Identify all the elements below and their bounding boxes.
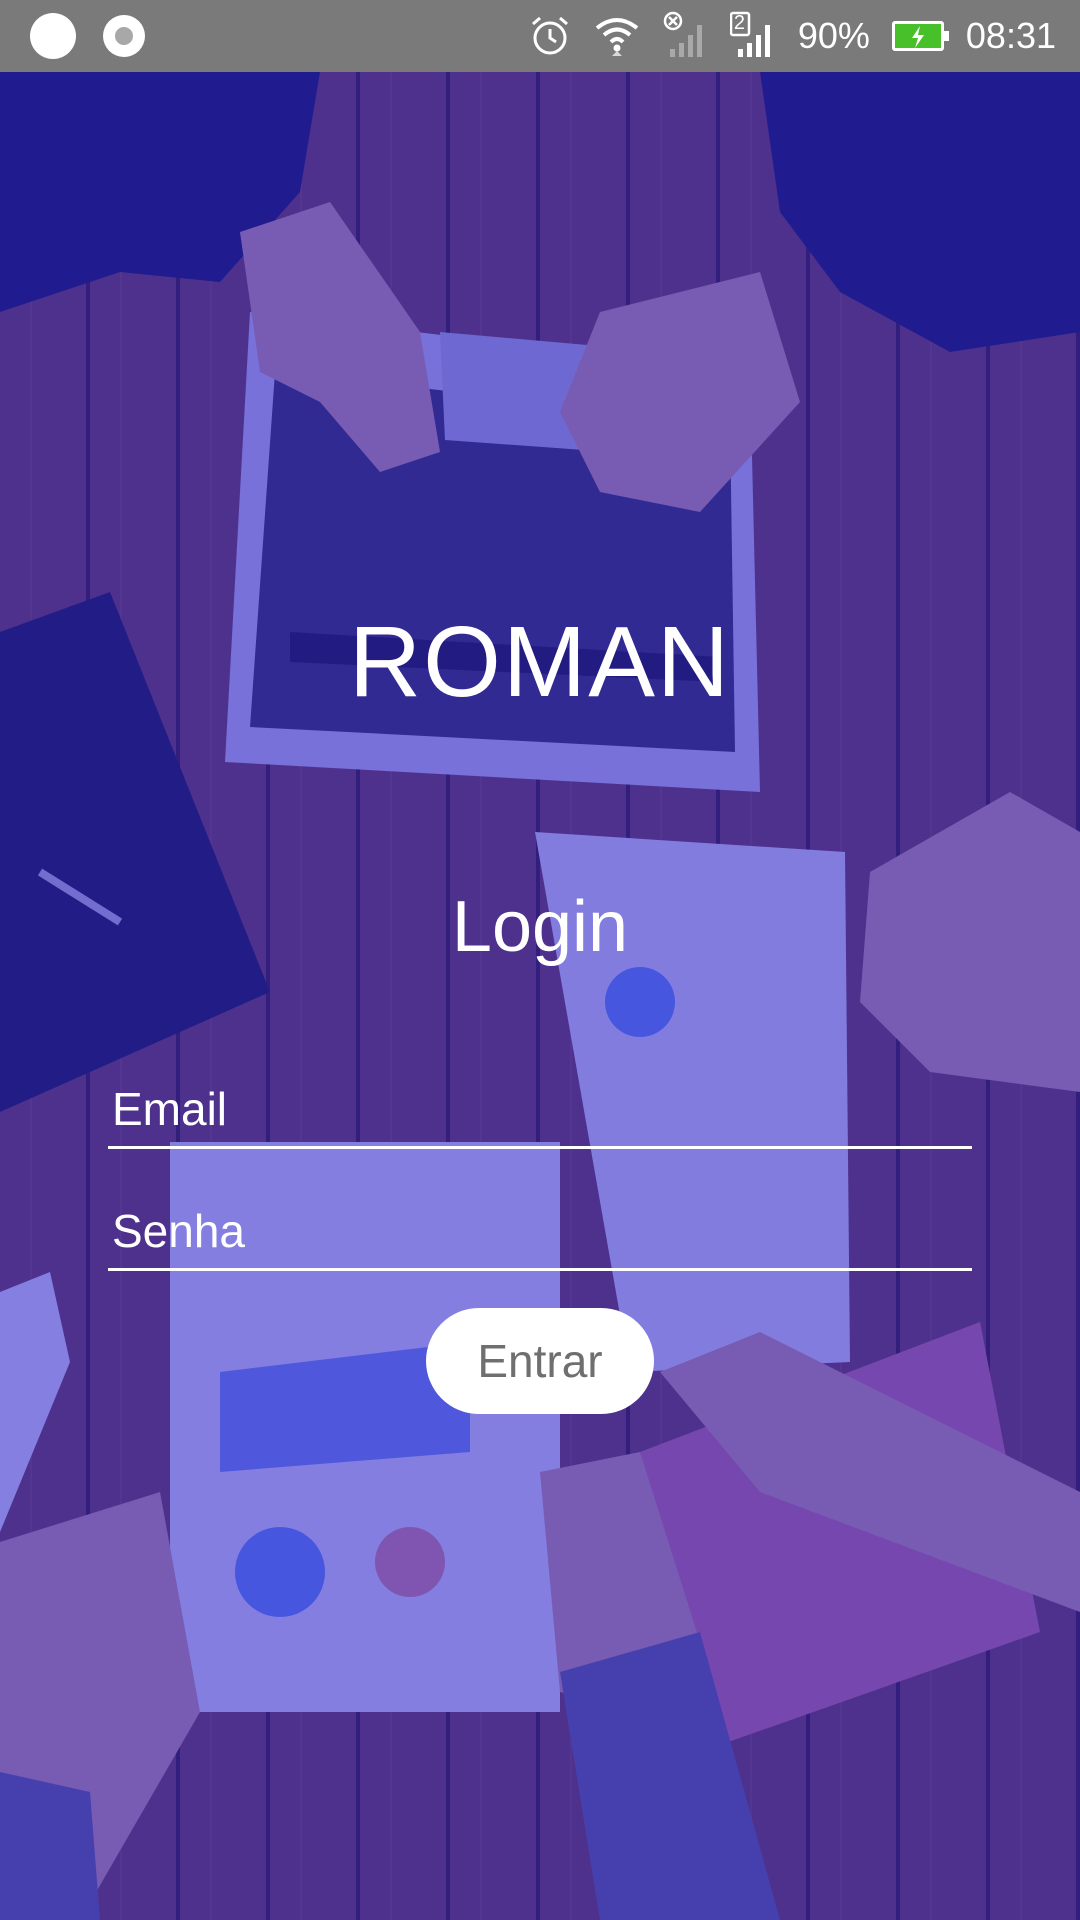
clock: 08:31 bbox=[965, 15, 1056, 56]
battery-charging-icon bbox=[891, 21, 949, 51]
no-signal-icon bbox=[663, 11, 702, 57]
email-input[interactable] bbox=[108, 1072, 972, 1146]
password-input[interactable] bbox=[108, 1194, 972, 1268]
login-button[interactable]: Entrar bbox=[426, 1308, 654, 1414]
alarm-icon bbox=[531, 16, 568, 55]
email-field[interactable] bbox=[108, 1072, 972, 1149]
login-heading: Login bbox=[451, 887, 629, 967]
sim-badge: 2 bbox=[733, 12, 745, 34]
login-content: ROMAN Login Entrar bbox=[0, 72, 1080, 1920]
battery-percent: 90% bbox=[797, 15, 870, 56]
notification-ring-icon bbox=[103, 15, 145, 57]
wifi-icon bbox=[595, 18, 639, 56]
password-field[interactable] bbox=[108, 1194, 972, 1271]
app-title: ROMAN bbox=[348, 606, 732, 718]
login-screen: 2 90% 08:31 ROMAN Login Email Entrar bbox=[0, 0, 1080, 1920]
status-icons: 2 90% 08:31 bbox=[528, 0, 1056, 72]
status-bar: 2 90% 08:31 bbox=[0, 0, 1080, 72]
signal-icon: 2 bbox=[729, 11, 776, 61]
notification-dot-icon bbox=[30, 13, 76, 59]
